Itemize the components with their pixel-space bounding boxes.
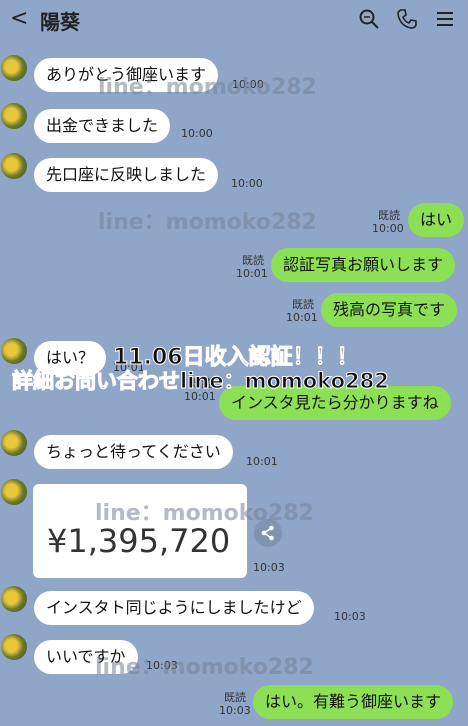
message-bubble-sent[interactable]: はい。有難う御座います (253, 685, 454, 719)
message-time: 10:00 (181, 127, 213, 140)
avatar[interactable] (1, 634, 27, 660)
balance-amount: ¥1,395,720 (47, 522, 231, 560)
phone-icon[interactable] (396, 8, 418, 30)
avatar[interactable] (1, 55, 27, 81)
read-receipt: 既読 (378, 209, 400, 222)
chat-area[interactable]: ありがとう御座います 10:00 出金できました 10:00 先口座に反映しまし… (0, 37, 468, 726)
avatar[interactable] (1, 586, 27, 612)
message-bubble-sent[interactable]: 認証写真お願いします (271, 248, 456, 282)
watermark: line：momoko282 (95, 655, 314, 680)
avatar[interactable] (1, 479, 27, 505)
message-bubble[interactable]: 出金できました (34, 109, 171, 143)
message-time: 10:01 (246, 455, 278, 468)
back-chevron-icon[interactable]: < (10, 6, 28, 31)
message-bubble[interactable]: 先口座に反映しました (34, 158, 219, 192)
overlay-caption: 詳細お問い合わせline：momoko282 (12, 369, 390, 394)
avatar[interactable] (1, 338, 27, 364)
read-receipt: 既読 (224, 691, 246, 704)
avatar[interactable] (1, 430, 27, 456)
message-bubble[interactable]: ちょっと待ってください (34, 435, 233, 469)
message-time: 10:03 (219, 704, 251, 717)
search-icon[interactable] (358, 8, 380, 30)
chat-title: 陽葵 (40, 10, 80, 34)
chat-header: < 陽葵 (0, 0, 468, 37)
message-time: 10:00 (372, 222, 404, 235)
message-bubble-sent[interactable]: 残高の写真です (321, 293, 458, 327)
message-time: 10:03 (334, 610, 366, 623)
watermark: line：momoko282 (95, 501, 314, 526)
read-receipt: 既読 (242, 254, 264, 267)
watermark: line：momoko282 (98, 210, 317, 235)
read-receipt: 既読 (292, 298, 314, 311)
message-time: 10:01 (286, 311, 318, 324)
message-time: 10:03 (253, 561, 285, 574)
menu-icon[interactable] (434, 8, 456, 30)
message-time: 10:00 (231, 177, 263, 190)
message-time: 10:01 (236, 267, 268, 280)
message-bubble[interactable]: インスタト同じようにしましたけど (34, 591, 314, 625)
message-bubble-sent[interactable]: はい (408, 203, 465, 237)
watermark: line：momoko282 (98, 75, 317, 100)
avatar[interactable] (1, 153, 27, 179)
avatar[interactable] (1, 103, 27, 129)
